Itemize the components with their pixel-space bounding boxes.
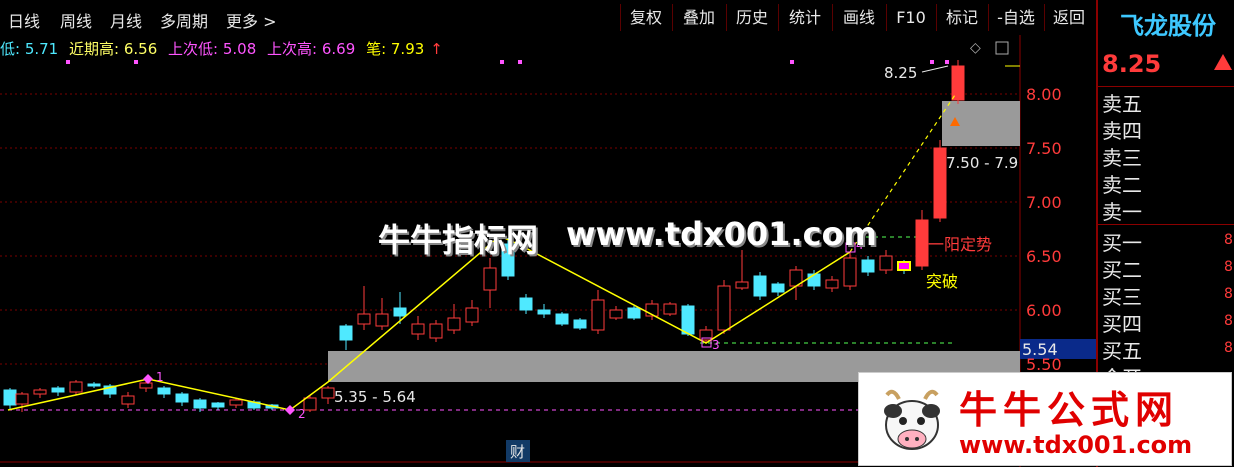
candle-body	[175, 393, 189, 403]
signal-dots	[66, 60, 949, 64]
stock-name: 飞龙股份	[1120, 12, 1216, 40]
candle-body	[717, 285, 731, 331]
candle-body	[121, 395, 135, 405]
candle-body	[339, 325, 353, 341]
buy-5: 买五	[1102, 339, 1142, 363]
candle-body	[519, 297, 533, 311]
candle-body	[321, 387, 335, 399]
candle-body	[735, 281, 749, 289]
candle-body	[465, 307, 479, 323]
candle-body	[33, 389, 47, 395]
candle-body	[69, 381, 83, 393]
candle-body	[753, 275, 767, 297]
candle-body	[537, 309, 551, 315]
sell-4: 卖四	[1102, 119, 1142, 143]
price-label: 8.00	[1026, 85, 1062, 104]
divider	[1098, 224, 1234, 225]
candle-body	[193, 399, 207, 409]
candle-body	[933, 147, 947, 219]
candle-body	[573, 319, 587, 329]
candle-body	[3, 389, 17, 406]
price-label: 7.00	[1026, 193, 1062, 212]
signal-dot	[500, 60, 504, 64]
candle-body	[15, 393, 29, 405]
candle-body	[229, 399, 243, 406]
candle-body	[157, 387, 171, 395]
panel-toggle-icon[interactable]	[995, 41, 1009, 55]
signal-breakout-label: 突破	[926, 272, 958, 291]
cow-logo-icon	[884, 389, 940, 450]
signal-dot	[945, 60, 949, 64]
candle-body	[609, 309, 623, 319]
sell-2: 卖二	[1102, 173, 1142, 197]
price-label: 6.50	[1026, 247, 1062, 266]
signal-yiyang-label: 一阳定势	[928, 235, 992, 254]
candle-body	[393, 307, 407, 317]
candle-body	[139, 382, 153, 389]
watermark-banner: 牛牛公式网 www.tdx001.com	[858, 372, 1232, 466]
lower-zone-label: 5.35 - 5.64	[334, 388, 416, 406]
candle-body	[555, 313, 569, 325]
candle-body	[771, 283, 785, 293]
candle-body	[663, 303, 677, 315]
candle-body	[211, 402, 225, 408]
candle-body	[843, 257, 857, 287]
pivot-label: 2	[298, 407, 306, 421]
divider	[1098, 86, 1234, 87]
candle-body	[87, 383, 101, 387]
buy-5-value: 8	[1224, 340, 1233, 356]
candle-body	[897, 261, 911, 271]
candle-body	[861, 259, 875, 273]
buy-3-value: 8	[1224, 286, 1233, 302]
candle-body	[915, 219, 929, 267]
candle-body	[411, 323, 425, 335]
signal-dot	[66, 60, 70, 64]
upper-zone-label: 7.50 - 7.9	[946, 154, 1018, 172]
signal-dot	[790, 60, 794, 64]
candle-body	[375, 313, 389, 327]
candle-body	[357, 313, 371, 325]
signal-dot	[518, 60, 522, 64]
candle-body	[681, 305, 695, 335]
sell-3: 卖三	[1102, 146, 1142, 170]
finance-mark[interactable]: 财	[510, 443, 525, 461]
watermark-site-name: 牛牛指标网	[378, 221, 539, 259]
buy-3: 买三	[1102, 285, 1142, 309]
buy-2: 买二	[1102, 258, 1142, 282]
diamond-icon[interactable]: ◇	[970, 40, 981, 56]
candle-body	[951, 65, 965, 101]
buy-4: 买四	[1102, 312, 1142, 336]
watermark-title: 牛牛公式网	[959, 388, 1180, 432]
signal-dot	[930, 60, 934, 64]
candle-body	[807, 273, 821, 287]
peak-price-label: 8.25	[884, 64, 917, 82]
buy-1-value: 8	[1224, 232, 1233, 248]
price-up-icon	[1214, 54, 1232, 70]
candle-body	[429, 323, 443, 339]
pivot-label: 1	[156, 370, 164, 384]
signal-dot	[134, 60, 138, 64]
watermark-site-url: www.tdx001.com	[566, 215, 877, 253]
sell-5: 卖五	[1102, 92, 1142, 116]
price-label: 6.00	[1026, 301, 1062, 320]
pivot-label: 3	[712, 338, 720, 352]
candle-body	[51, 387, 65, 393]
candle-body	[483, 267, 497, 291]
candle-body	[879, 255, 893, 271]
candle-body	[825, 279, 839, 289]
stock-price: 8.25	[1102, 50, 1162, 78]
candle-body	[303, 397, 317, 411]
candle-body	[627, 307, 641, 319]
price-label: 7.50	[1026, 139, 1062, 158]
buy-4-value: 8	[1224, 313, 1233, 329]
sell-1: 卖一	[1102, 200, 1142, 224]
buy-2-value: 8	[1224, 259, 1233, 275]
buy-1: 买一	[1102, 231, 1142, 255]
candle-body	[447, 317, 461, 331]
watermark-url: www.tdx001.com	[959, 431, 1193, 459]
peak-pointer	[921, 65, 949, 73]
candle-body	[591, 299, 605, 331]
